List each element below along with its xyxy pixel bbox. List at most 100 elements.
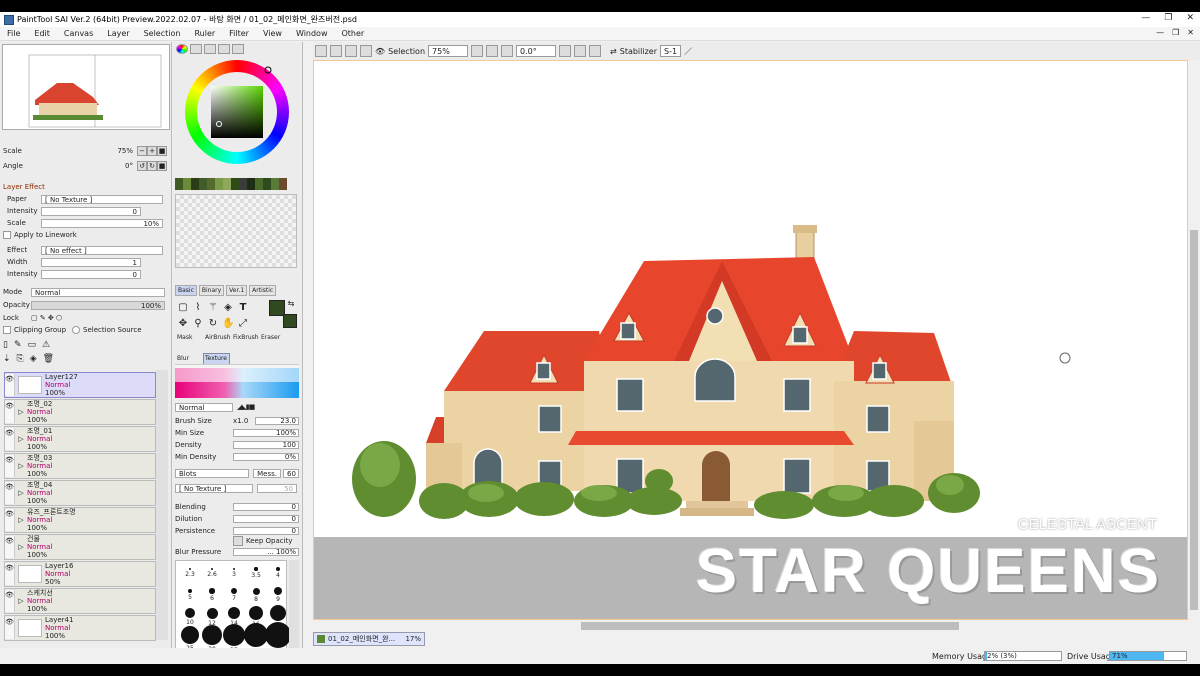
selection-source-checkbox[interactable] <box>72 326 81 334</box>
zoom-reset-button[interactable]: ■ <box>157 146 167 156</box>
magic-wand-icon[interactable]: ⚚ <box>207 302 219 314</box>
folder-expand-icon[interactable]: ▷ <box>15 462 27 470</box>
brush-eraser[interactable]: Eraser <box>261 334 280 341</box>
color-swatch-palette[interactable] <box>175 194 297 268</box>
brush-size-dot[interactable] <box>181 626 199 644</box>
new-layer-icon[interactable]: ▯ <box>3 340 8 350</box>
navigator[interactable] <box>2 44 170 130</box>
close-icon[interactable]: ✕ <box>1186 13 1194 23</box>
drawing-canvas[interactable]: CELESTAL ASCENT STAR QUEENS <box>313 60 1188 620</box>
folder-expand-icon[interactable]: ▷ <box>15 516 27 524</box>
texture-select[interactable]: [ No Texture ] <box>175 483 253 493</box>
layer-row[interactable]: 👁 ▷ 조명_03 Normal 100% <box>4 453 156 479</box>
merge-icon[interactable]: ⇣ <box>3 354 11 364</box>
recent-colors[interactable] <box>175 178 299 190</box>
layer-row[interactable]: 👁 Layer127 Normal 100% <box>4 372 156 398</box>
delete-layer-icon[interactable]: 🗑 <box>43 354 54 364</box>
brush-size-dot[interactable] <box>252 587 260 595</box>
brush-size-dot[interactable] <box>223 624 245 646</box>
apply-mask-icon[interactable]: ◈ <box>30 354 37 364</box>
background-color-icon[interactable] <box>283 314 297 328</box>
texture-scale-slider[interactable]: 10% <box>41 218 163 228</box>
zoom-select[interactable]: 75% <box>428 45 469 57</box>
layer-row[interactable]: 👁 ▷ 유즈_프론트조명 Normal 100% <box>4 507 156 533</box>
brush-mode-select[interactable]: Normal <box>175 402 233 412</box>
brush-size-dot[interactable] <box>211 568 213 570</box>
minimize-icon[interactable]: — <box>1141 13 1150 23</box>
intensity2-slider[interactable]: 0 <box>41 269 141 279</box>
layer-visibility-icon[interactable]: 👁 <box>5 428 15 450</box>
layer-scrollbar[interactable] <box>156 370 168 640</box>
hsv-slider-tab-icon[interactable] <box>204 44 216 54</box>
brush-blur[interactable]: Blur <box>177 355 189 362</box>
invert-selection-icon[interactable] <box>360 45 372 57</box>
bucket-icon[interactable]: ◈ <box>222 302 234 314</box>
color-wheel-tab-icon[interactable] <box>176 44 188 54</box>
vertical-scroll-thumb[interactable] <box>1190 230 1198 610</box>
rotate-cw-icon[interactable] <box>574 45 587 57</box>
brush-airbrush[interactable]: AirBrush <box>205 334 231 341</box>
brush-size-dot[interactable] <box>209 588 215 594</box>
keep-opacity-checkbox[interactable] <box>233 536 243 546</box>
brush-size-dot[interactable] <box>206 607 218 619</box>
zoom-fit-icon[interactable] <box>501 45 514 57</box>
layer-row[interactable]: 👁 ▷ 건물 Normal 100% <box>4 534 156 560</box>
menu-ruler[interactable]: Ruler <box>187 29 222 38</box>
dilution-slider[interactable]: 0 <box>233 515 299 523</box>
tab-ver1[interactable]: Ver.1 <box>226 285 248 296</box>
folder-expand-icon[interactable]: ▷ <box>15 489 27 497</box>
folder-expand-icon[interactable]: ▷ <box>15 597 27 605</box>
selection-visibility-icon[interactable]: 👁 <box>375 47 385 56</box>
texture-intensity[interactable]: 50 <box>257 483 297 493</box>
swap-colors-icon[interactable]: ⇆ <box>285 298 297 310</box>
brush-size-dot[interactable] <box>231 588 237 594</box>
blending-slider[interactable]: 0 <box>233 503 299 511</box>
tab-artistic[interactable]: Artistic <box>249 285 277 296</box>
layer-visibility-icon[interactable]: 👁 <box>5 536 15 558</box>
brush-size-dot[interactable] <box>202 625 222 645</box>
maximize-icon[interactable]: ❐ <box>1164 13 1172 23</box>
brush-size-mult[interactable]: x1.0 <box>233 417 248 425</box>
blend-mode-select[interactable]: Normal <box>31 287 165 297</box>
rotate-reset-button[interactable]: ■ <box>157 161 167 171</box>
layer-visibility-icon[interactable]: 👁 <box>5 563 15 585</box>
stabilizer-select[interactable]: S-1 <box>660 45 682 57</box>
select-rect-icon[interactable]: ▢ <box>177 302 189 314</box>
menu-canvas[interactable]: Canvas <box>57 29 100 38</box>
blots-select[interactable]: Blots <box>175 468 250 478</box>
layer-visibility-icon[interactable]: 👁 <box>5 617 15 639</box>
menu-view[interactable]: View <box>256 29 289 38</box>
new-folder-icon[interactable]: ▭ <box>28 340 37 350</box>
move-icon[interactable]: ✥ <box>177 318 189 330</box>
layer-visibility-icon[interactable]: 👁 <box>5 482 15 504</box>
document-tab[interactable]: 01_02_메인화면_완... 17% <box>313 632 425 646</box>
canvas-horizontal-scrollbar[interactable] <box>313 620 1188 632</box>
brush-fixbrush[interactable]: FixBrush <box>233 334 259 341</box>
layer-row[interactable]: 👁 ▷ 조명_04 Normal 100% <box>4 480 156 506</box>
zoom-in-icon[interactable] <box>486 45 499 57</box>
effect-select[interactable]: [ No effect ] <box>41 245 163 255</box>
eyedropper-icon[interactable]: ⤢ <box>237 318 249 330</box>
brush-size-dot[interactable] <box>276 567 280 571</box>
canvas-vertical-scrollbar[interactable] <box>1188 60 1200 620</box>
flip-icon[interactable]: ⇄ <box>610 47 617 56</box>
menu-window[interactable]: Window <box>289 29 335 38</box>
zoom-out-icon[interactable] <box>471 45 484 57</box>
folder-expand-icon[interactable]: ▷ <box>15 435 27 443</box>
brush-size-dot[interactable] <box>249 606 263 620</box>
layer-effect-title[interactable]: Layer Effect <box>3 183 45 191</box>
brush-size-dot[interactable] <box>265 622 291 648</box>
layer-row[interactable]: 👁 ▷ 스케치선 Normal 100% <box>4 588 156 614</box>
brush-size-dot[interactable] <box>274 587 282 595</box>
horizontal-scroll-thumb[interactable] <box>581 622 959 630</box>
redo-icon[interactable] <box>330 45 342 57</box>
new-linework-icon[interactable]: ✎ <box>14 340 22 350</box>
opacity-slider[interactable]: 100% <box>31 300 165 310</box>
zoom-icon[interactable]: ⚲ <box>192 318 204 330</box>
layer-visibility-icon[interactable]: 👁 <box>5 590 15 612</box>
layer-visibility-icon[interactable]: 👁 <box>5 374 15 396</box>
rgb-slider-tab-icon[interactable] <box>190 44 202 54</box>
brush-size-dot[interactable] <box>185 608 195 618</box>
brush-size-dot[interactable] <box>189 568 191 570</box>
apply-linework-checkbox[interactable] <box>3 231 11 239</box>
